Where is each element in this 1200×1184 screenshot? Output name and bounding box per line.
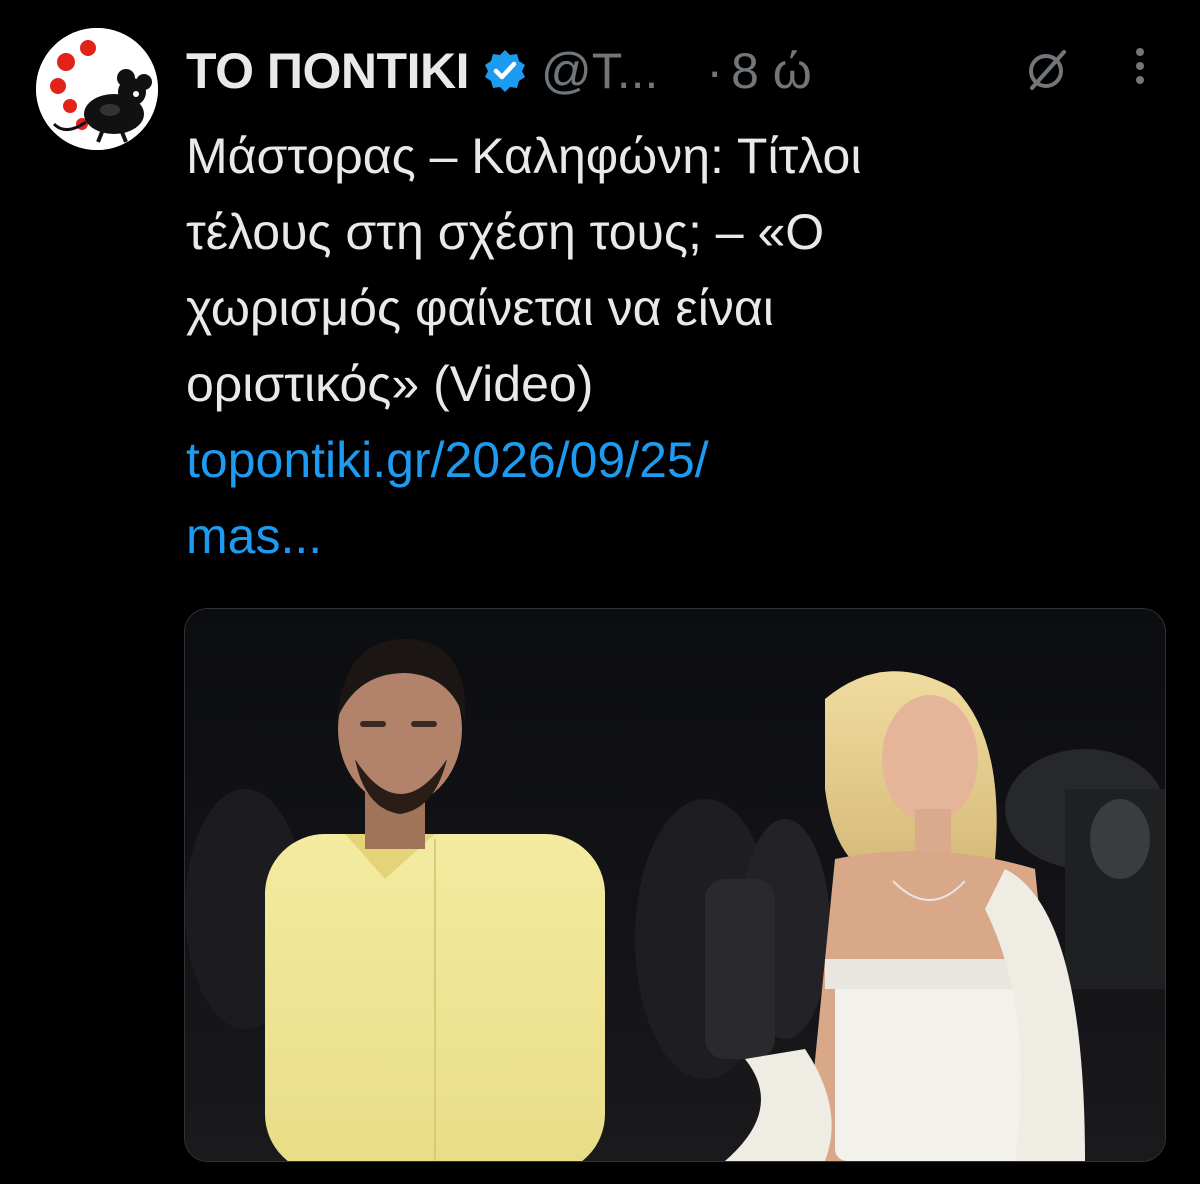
tweet-link[interactable]: mas... <box>186 498 1146 574</box>
tweet-text-line: οριστικός» (Video) <box>186 356 594 412</box>
verified-badge-icon[interactable] <box>481 47 529 95</box>
timestamp[interactable]: 8 ώ <box>731 42 812 100</box>
tweet-media-image[interactable] <box>184 608 1166 1162</box>
more-vertical-icon[interactable] <box>1130 42 1150 90</box>
tweet-text-line: Μάστορας – Καληφώνη: Τίτλοι <box>186 128 862 184</box>
tweet-text: Μάστορας – Καληφώνη: Τίτλοι τέλους στη σ… <box>186 118 1146 574</box>
tweet-text-line: χωρισμός φαίνεται να είναι <box>186 280 774 336</box>
photo-couple-walking <box>185 609 1165 1161</box>
grok-icon[interactable] <box>1026 46 1070 94</box>
avatar[interactable] <box>36 28 158 150</box>
handle[interactable]: @T... <box>541 42 658 100</box>
display-name[interactable]: ΤΟ ΠΟΝΤΙΚΙ <box>186 42 469 100</box>
tweet-text-line: τέλους στη σχέση τους; – «Ο <box>186 204 825 260</box>
separator-dot: · <box>706 43 724 99</box>
tweet-link[interactable]: topontiki.gr/2026/09/25/ <box>186 422 1146 498</box>
tweet[interactable]: ΤΟ ΠΟΝΤΙΚΙ @T... · 8 ώ Μάστορας – Καληφώ… <box>0 0 1200 1184</box>
pontiki-mouse-logo-icon <box>36 28 158 150</box>
